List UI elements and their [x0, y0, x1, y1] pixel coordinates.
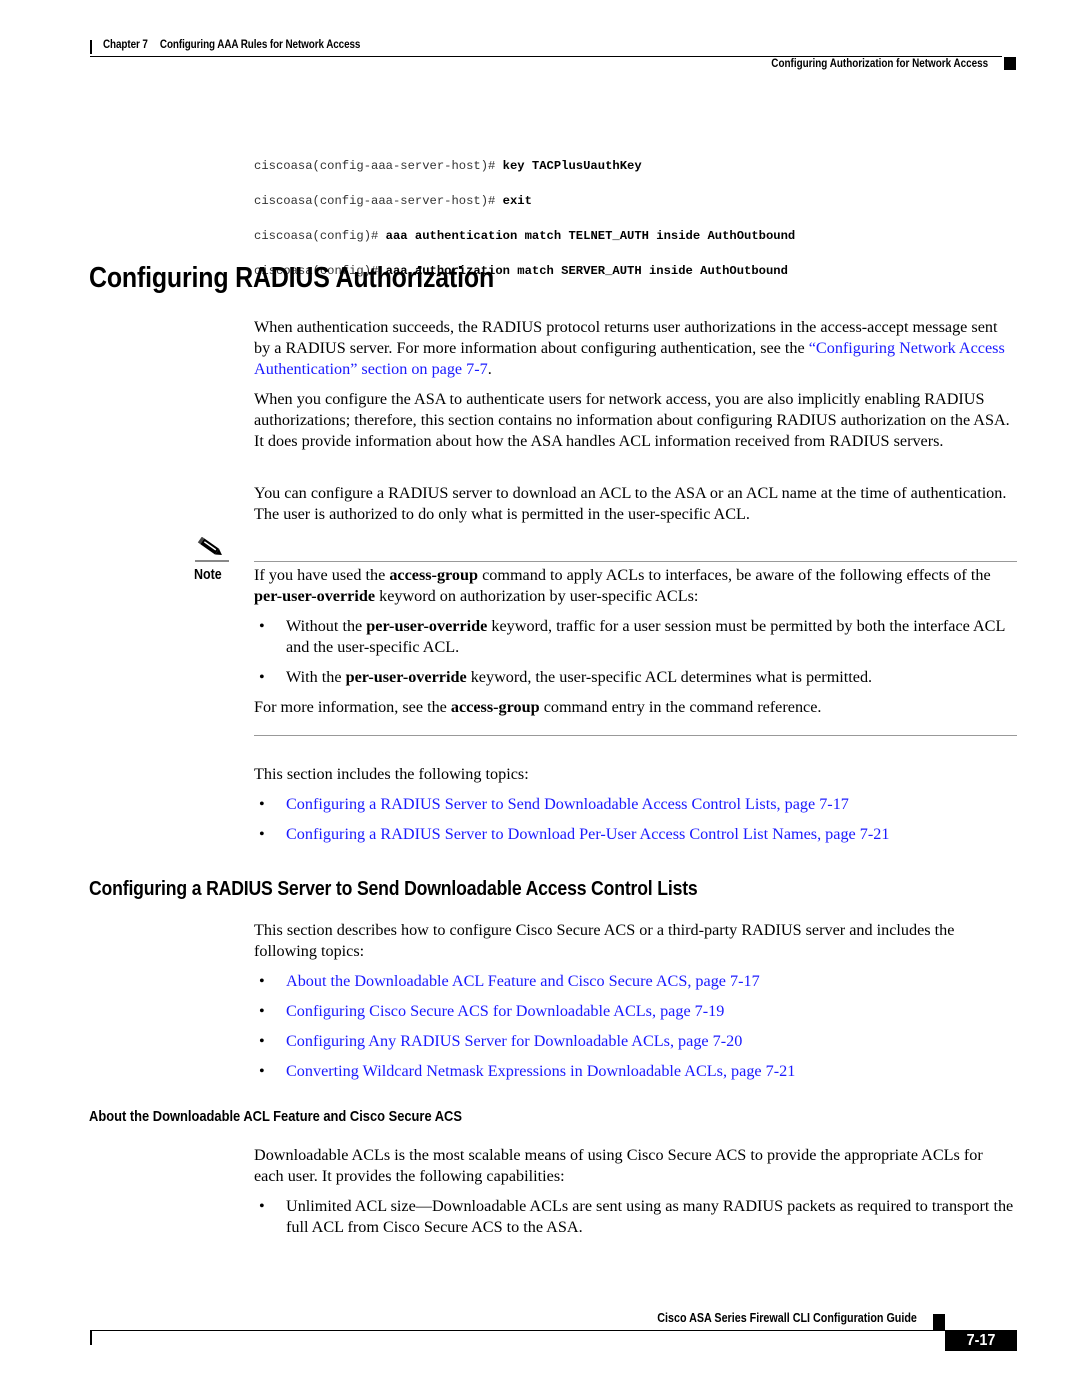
note-text: keyword on authorization by user-specifi…	[375, 587, 699, 605]
topic-list-item: • Configuring a RADIUS Server to Send Do…	[254, 794, 1016, 815]
paragraph-downloadable-acls: Downloadable ACLs is the most scalable m…	[254, 1146, 983, 1185]
link-configuring-cisco-secure-acs[interactable]: Configuring Cisco Secure ACS for Downloa…	[286, 1001, 1016, 1022]
topics-intro: This section includes the following topi…	[254, 765, 529, 783]
keyword-per-user-override: per-user-override	[366, 617, 488, 635]
code-command: key TACPlusUauthKey	[502, 158, 642, 173]
link-send-downloadable-acls[interactable]: Configuring a RADIUS Server to Send Down…	[286, 794, 1016, 815]
footer-square-marker	[933, 1314, 945, 1330]
note-top-rule	[254, 561, 1017, 562]
bullet-text: Unlimited ACL size—Downloadable ACLs are…	[286, 1197, 1014, 1236]
paragraph-authentication-succeeds: When authentication succeeds, the RADIUS…	[254, 317, 1016, 380]
paragraph-section-describes: This section describes how to configure …	[254, 921, 955, 960]
bullet-icon: •	[259, 617, 265, 635]
chapter-title: Configuring AAA Rules for Network Access	[159, 39, 361, 51]
paragraph-implicit-authorization: When you configure the ASA to authentica…	[254, 390, 1010, 450]
bullet-icon: •	[259, 825, 265, 843]
capability-list-item: • Unlimited ACL size—Downloadable ACLs a…	[254, 1196, 1016, 1238]
link-about-downloadable-acl-feature[interactable]: About the Downloadable ACL Feature and C…	[286, 971, 1016, 992]
footer-left-bar	[90, 1331, 92, 1345]
pencil-note-icon	[197, 537, 222, 556]
bullet-icon: •	[259, 1197, 265, 1215]
topic-list-item: • Configuring a RADIUS Server to Downloa…	[254, 824, 1016, 845]
note-text: For more information, see the	[254, 698, 451, 716]
code-line: ciscoasa(config-aaa-server-host)# exit	[254, 193, 795, 211]
code-prompt: ciscoasa(config-aaa-server-host)#	[254, 158, 503, 173]
topic-list-item: • Configuring Any RADIUS Server for Down…	[254, 1031, 1016, 1052]
topic-list-item: • Configuring Cisco Secure ACS for Downl…	[254, 1001, 1016, 1022]
running-header-chapter: Chapter 7 Configuring AAA Rules for Netwo…	[103, 39, 360, 51]
link-converting-wildcard-netmask[interactable]: Converting Wildcard Netmask Expressions …	[286, 1061, 1016, 1082]
code-line: ciscoasa(config-aaa-server-host)# key TA…	[254, 158, 795, 176]
code-command: aaa authentication match TELNET_AUTH ins…	[385, 228, 796, 243]
bullet-text: Without the	[286, 617, 367, 635]
bullet-icon: •	[259, 972, 265, 990]
bullet-icon: •	[259, 1062, 265, 1080]
note-outro: For more information, see the access-gro…	[254, 697, 1016, 718]
note-text: command entry in the command reference.	[539, 698, 822, 716]
bullet-text: keyword, the user-specific ACL determine…	[466, 668, 873, 686]
subsection-heading-about-downloadable-acl: About the Downloadable ACL Feature and C…	[89, 1108, 462, 1125]
note-text: If you have used the	[254, 566, 390, 584]
keyword-per-user-override: per-user-override	[345, 668, 467, 686]
note-text: command to apply ACLs to interfaces, be …	[478, 566, 991, 584]
paragraph-text: .	[487, 360, 492, 378]
code-command: exit	[502, 193, 532, 208]
section-heading-send-downloadable-acls: Configuring a RADIUS Server to Send Down…	[89, 877, 698, 900]
bullet-text: With the	[286, 668, 346, 686]
header-square-marker	[1004, 57, 1016, 70]
link-download-per-user-acl-names[interactable]: Configuring a RADIUS Server to Download …	[286, 824, 1016, 845]
note-icon-underline	[195, 560, 229, 562]
keyword-access-group: access-group	[450, 698, 540, 716]
code-prompt: ciscoasa(config-aaa-server-host)#	[254, 193, 503, 208]
footer-guide-title: Cisco ASA Series Firewall CLI Configurat…	[657, 1311, 917, 1325]
section-heading-radius-authorization: Configuring RADIUS Authorization	[89, 262, 495, 294]
keyword-access-group: access-group	[389, 566, 479, 584]
footer-rule	[90, 1330, 945, 1331]
keyword-per-user-override: per-user-override	[254, 587, 376, 605]
bullet-icon: •	[259, 795, 265, 813]
note-bullet-item: • Without the per-user-override keyword,…	[254, 616, 1016, 658]
note-bullet-item: • With the per-user-override keyword, th…	[254, 667, 1016, 688]
bullet-icon: •	[259, 1032, 265, 1050]
paragraph-download-acl: You can configure a RADIUS server to dow…	[254, 484, 1007, 523]
page-number-badge: 7-17	[945, 1330, 1017, 1351]
link-configuring-any-radius-server[interactable]: Configuring Any RADIUS Server for Downlo…	[286, 1031, 1016, 1052]
code-line: ciscoasa(config)# aaa authentication mat…	[254, 228, 795, 246]
running-header-section: Configuring Authorization for Network Ac…	[771, 58, 988, 70]
header-rule	[90, 56, 1002, 57]
chapter-label: Chapter 7	[103, 39, 148, 51]
page-number: 7-17	[966, 1332, 996, 1349]
note-label: Note	[194, 567, 222, 583]
header-left-bar	[90, 40, 92, 54]
bullet-icon: •	[259, 668, 265, 686]
topic-list-item: • Converting Wildcard Netmask Expression…	[254, 1061, 1016, 1082]
topic-list-item: • About the Downloadable ACL Feature and…	[254, 971, 1016, 992]
code-prompt: ciscoasa(config)#	[254, 228, 386, 243]
note-intro: If you have used the access-group comman…	[254, 565, 1016, 607]
note-bottom-rule	[254, 735, 1017, 736]
bullet-icon: •	[259, 1002, 265, 1020]
